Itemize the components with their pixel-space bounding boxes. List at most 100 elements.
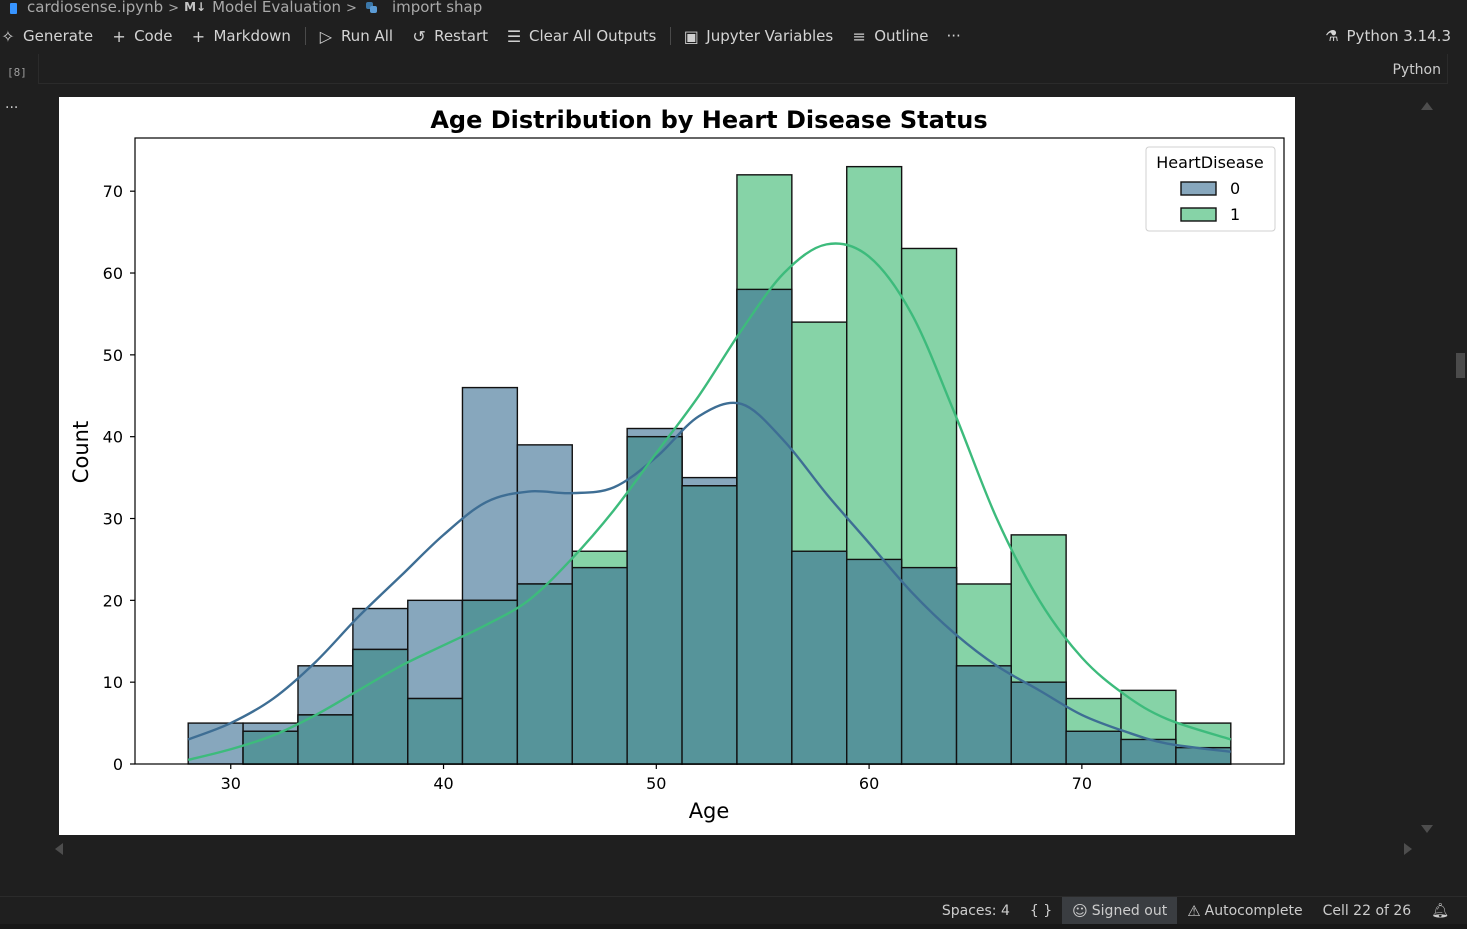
python-icon	[365, 2, 378, 14]
markdown-icon: M↓	[184, 0, 207, 14]
restart-icon: ↺	[412, 26, 426, 46]
breadcrumb-file-label: cardiosense.ipynb	[27, 0, 164, 16]
add-markdown-button[interactable]: + Markdown	[190, 26, 291, 46]
run-all-button[interactable]: ▷ Run All	[318, 27, 393, 46]
cell-position-status[interactable]: Cell 22 of 26	[1313, 897, 1422, 925]
chart-legend: HeartDisease 0 1	[1145, 146, 1276, 232]
clear-all-icon: ☰	[506, 26, 522, 46]
cell-output-image: 30 40 50 60 70 0 10 20 30 40 50 60 70 Age Distributi…	[59, 97, 1295, 835]
signed-out-label: Signed out	[1091, 902, 1168, 919]
breadcrumb-cell[interactable]: import shap	[362, 0, 482, 17]
chevron-right-icon: >	[346, 0, 357, 16]
add-code-button[interactable]: + Code	[111, 27, 172, 46]
y-tick-label: 20	[103, 591, 123, 610]
flask-icon: ⚗	[1325, 27, 1339, 45]
execution-count: [8]	[7, 66, 27, 79]
restart-button[interactable]: ↺ Restart	[411, 27, 488, 46]
y-tick-label: 70	[103, 182, 123, 201]
y-tick-label: 50	[103, 346, 123, 365]
notebook-toolbar: ✧ Generate + Code + Markdown ▷ Run All ↺…	[0, 22, 1467, 50]
legend-title: HeartDisease	[1156, 153, 1263, 172]
sparkle-icon: ✧	[1, 26, 15, 46]
breadcrumb-section-label: Model Evaluation	[212, 0, 342, 16]
x-axis-label: Age	[689, 799, 730, 823]
more-actions-label: ···	[946, 27, 961, 45]
cell-language-picker[interactable]: Python	[1392, 62, 1441, 78]
x-tick-label: 40	[433, 774, 453, 793]
x-tick-label: 50	[646, 774, 666, 793]
y-axis-label: Count	[69, 421, 93, 483]
variables-icon: ▣	[683, 26, 699, 46]
run-all-label: Run All	[340, 27, 394, 45]
run-all-icon: ▷	[319, 26, 333, 46]
x-tick-label: 30	[221, 774, 241, 793]
copilot-icon: ☺	[1072, 901, 1088, 920]
bar-overlap	[1010, 681, 1067, 765]
bar-overlap	[900, 566, 958, 765]
generate-button[interactable]: ✧ Generate	[0, 27, 93, 46]
bar-overlap	[1065, 730, 1122, 765]
bar-overlap	[736, 288, 793, 765]
indentation-status[interactable]: Spaces: 4	[932, 897, 1020, 925]
outline-label: Outline	[874, 27, 929, 45]
autocomplete-status[interactable]: ⚠ Autocomplete	[1177, 897, 1312, 925]
jupyter-variables-label: Jupyter Variables	[706, 27, 834, 45]
scroll-up-arrow[interactable]	[1421, 102, 1433, 110]
y-tick-label: 40	[103, 428, 123, 447]
legend-label-1: 1	[1230, 205, 1240, 224]
status-bar: Spaces: 4 { } ☺ Signed out ⚠ Autocomplet…	[0, 896, 1467, 925]
vertical-scrollbar-thumb[interactable]	[1456, 353, 1465, 378]
clear-all-label: Clear All Outputs	[529, 27, 657, 45]
copilot-signed-out-status[interactable]: ☺ Signed out	[1062, 896, 1178, 925]
scroll-left-arrow[interactable]	[55, 843, 63, 855]
bar-overlap	[846, 558, 903, 765]
breadcrumb: cardiosense.ipynb > M↓ Model Evaluation …	[0, 0, 1467, 16]
bar-overlap	[791, 550, 848, 765]
legend-swatch-1	[1180, 207, 1217, 222]
clear-all-outputs-button[interactable]: ☰ Clear All Outputs	[506, 27, 656, 46]
histogram-chart: 30 40 50 60 70010203040506070 Age Distributi…	[69, 106, 1285, 823]
notifications-bell[interactable]: 🔔︎	[1421, 897, 1459, 925]
y-tick-label: 0	[113, 755, 123, 774]
y-tick-label: 30	[103, 510, 123, 529]
scroll-right-arrow[interactable]	[1404, 843, 1412, 855]
bar-overlap	[681, 485, 738, 765]
restart-label: Restart	[434, 27, 488, 45]
plus-icon: +	[112, 26, 126, 46]
add-markdown-label: Markdown	[213, 27, 291, 45]
toolbar-divider	[304, 27, 306, 45]
bar-overlap	[571, 566, 628, 765]
bottom-edge	[0, 924, 1467, 929]
bell-icon: 🔔︎	[1431, 902, 1449, 919]
breadcrumb-file[interactable]: cardiosense.ipynb	[0, 0, 163, 17]
overlap-bars	[242, 288, 1232, 765]
legend-label-0: 0	[1230, 179, 1240, 198]
autocomplete-label: Autocomplete	[1204, 902, 1303, 919]
chart-title: Age Distribution by Heart Disease Status	[430, 106, 987, 134]
bar-overlap	[516, 583, 573, 765]
bar-overlap	[626, 435, 683, 765]
breadcrumb-section[interactable]: M↓ Model Evaluation	[184, 0, 341, 17]
jupyter-variables-button[interactable]: ▣ Jupyter Variables	[683, 27, 833, 46]
warning-icon: ⚠	[1187, 901, 1201, 920]
legend-swatch-0	[1180, 181, 1217, 196]
code-cell-editor[interactable]	[38, 54, 1448, 84]
language-braces-status[interactable]: { }	[1020, 897, 1062, 925]
scroll-down-arrow[interactable]	[1421, 825, 1433, 833]
kernel-picker[interactable]: ⚗ Python 3.14.3	[1325, 22, 1451, 50]
outline-icon: ≡	[852, 26, 866, 46]
x-tick-label: 60	[859, 774, 879, 793]
chevron-right-icon: >	[168, 0, 180, 16]
output-more-actions[interactable]: ...	[5, 96, 18, 112]
toolbar-divider	[670, 27, 672, 45]
bar-overlap	[955, 665, 1012, 765]
bar-overlap	[461, 599, 519, 765]
bar-overlap	[297, 714, 354, 765]
breadcrumb-cell-label: import shap	[391, 0, 483, 16]
notebook-file-icon	[10, 2, 17, 14]
more-actions-button[interactable]: ···	[946, 27, 960, 45]
y-tick-label: 60	[103, 264, 123, 283]
outline-button[interactable]: ≡ Outline	[851, 26, 929, 46]
plus-icon: +	[191, 26, 206, 46]
add-code-label: Code	[134, 27, 173, 45]
